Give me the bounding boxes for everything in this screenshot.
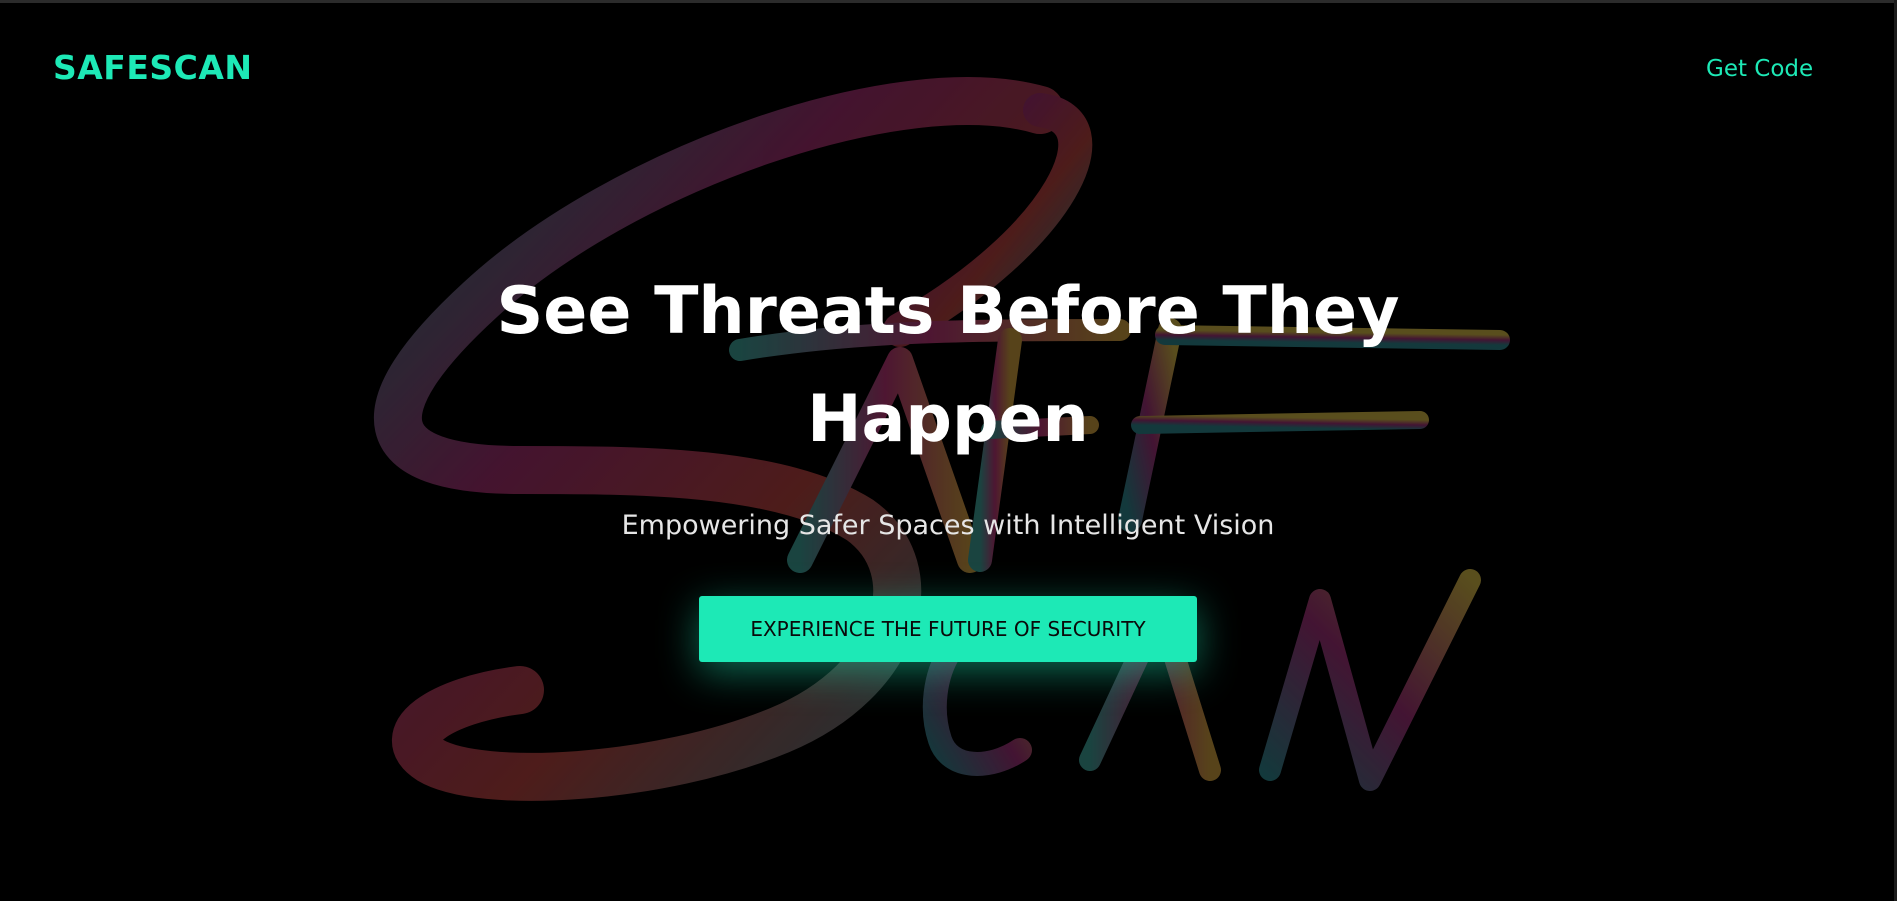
hero-subtitle: Empowering Safer Spaces with Intelligent… bbox=[621, 510, 1275, 541]
cta-button[interactable]: EXPERIENCE THE FUTURE OF SECURITY bbox=[699, 596, 1197, 662]
hero-headline: See Threats Before They Happen bbox=[496, 274, 1400, 457]
hero-section: See Threats Before They Happen Empowerin… bbox=[0, 0, 1897, 901]
